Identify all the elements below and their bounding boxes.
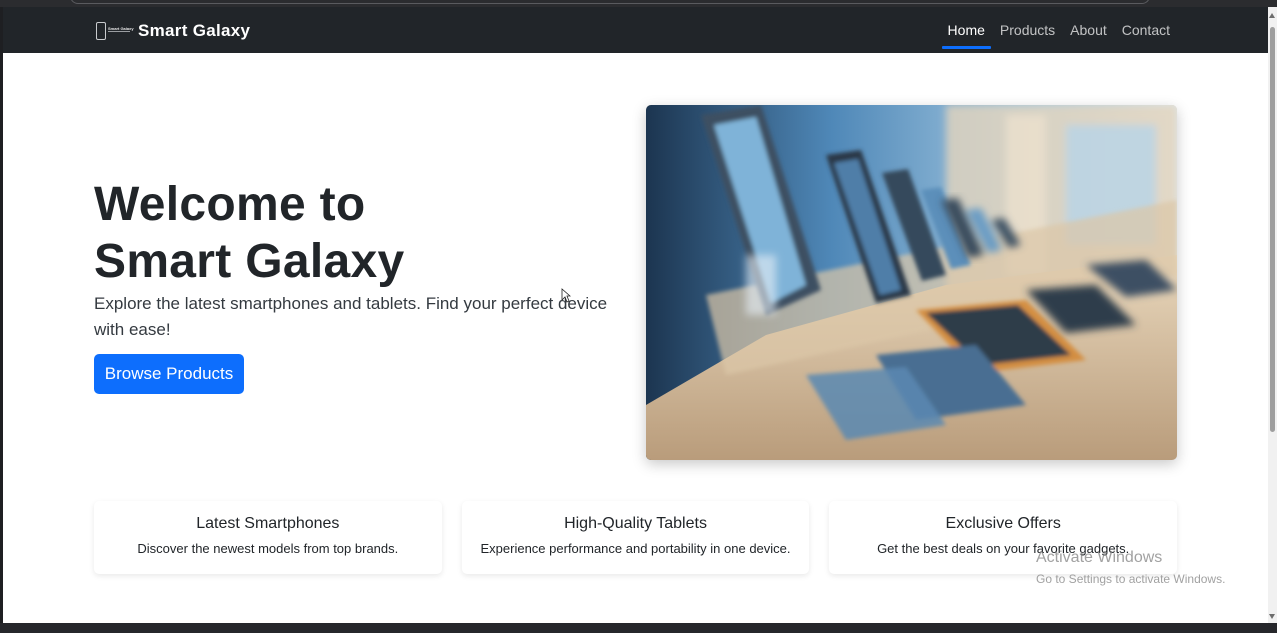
nav-link-contact[interactable]: Contact (1121, 22, 1171, 38)
feature-card-text: Experience performance and portability i… (480, 541, 791, 556)
hero-image (646, 105, 1177, 460)
feature-card-tablets: High-Quality Tablets Experience performa… (461, 501, 810, 574)
browser-bottom-frame (0, 623, 1277, 633)
nav-links: Home Products About Contact (941, 7, 1171, 53)
brand-name: Smart Galaxy (138, 21, 251, 40)
feature-card-text: Discover the newest models from top bran… (137, 541, 399, 556)
feature-card-title: Exclusive Offers (945, 515, 1061, 532)
scroll-up-icon[interactable] (1269, 13, 1275, 18)
watermark-title: Activate Windows (1036, 549, 1163, 566)
scroll-thumb[interactable] (1270, 27, 1275, 432)
page: Smart Galaxy Smart Galaxy Home Products … (3, 7, 1268, 623)
activate-windows-watermark: Activate Windows Go to Settings to activ… (1036, 549, 1225, 586)
hero-title: Welcome to Smart Galaxy (94, 176, 614, 290)
vertical-scrollbar[interactable] (1268, 7, 1277, 623)
feature-card-title: High-Quality Tablets (564, 515, 707, 532)
browse-products-button[interactable]: Browse Products (94, 354, 244, 394)
brand-logo: Smart Galaxy (95, 21, 134, 41)
feature-cards: Latest Smartphones Discover the newest m… (94, 501, 1178, 574)
browser-top-frame (0, 0, 1277, 7)
nav-link-products[interactable]: Products (999, 22, 1056, 38)
feature-card-smartphones: Latest Smartphones Discover the newest m… (94, 501, 442, 574)
brand[interactable]: Smart Galaxy Smart Galaxy (95, 20, 250, 42)
phone-icon (96, 22, 106, 40)
nav-link-about[interactable]: About (1069, 22, 1108, 38)
mouse-cursor-icon (561, 288, 571, 303)
hero-subtitle: Explore the latest smartphones and table… (94, 294, 608, 339)
feature-card-title: Latest Smartphones (196, 515, 340, 532)
scroll-down-icon[interactable] (1269, 614, 1275, 619)
hero-title-line2: Smart Galaxy (94, 235, 405, 288)
hero-title-line1: Welcome to (94, 178, 366, 231)
nav-link-home[interactable]: Home (941, 22, 992, 49)
watermark-subtitle: Go to Settings to activate Windows. (1036, 572, 1226, 586)
navbar: Smart Galaxy Smart Galaxy Home Products … (3, 7, 1268, 53)
